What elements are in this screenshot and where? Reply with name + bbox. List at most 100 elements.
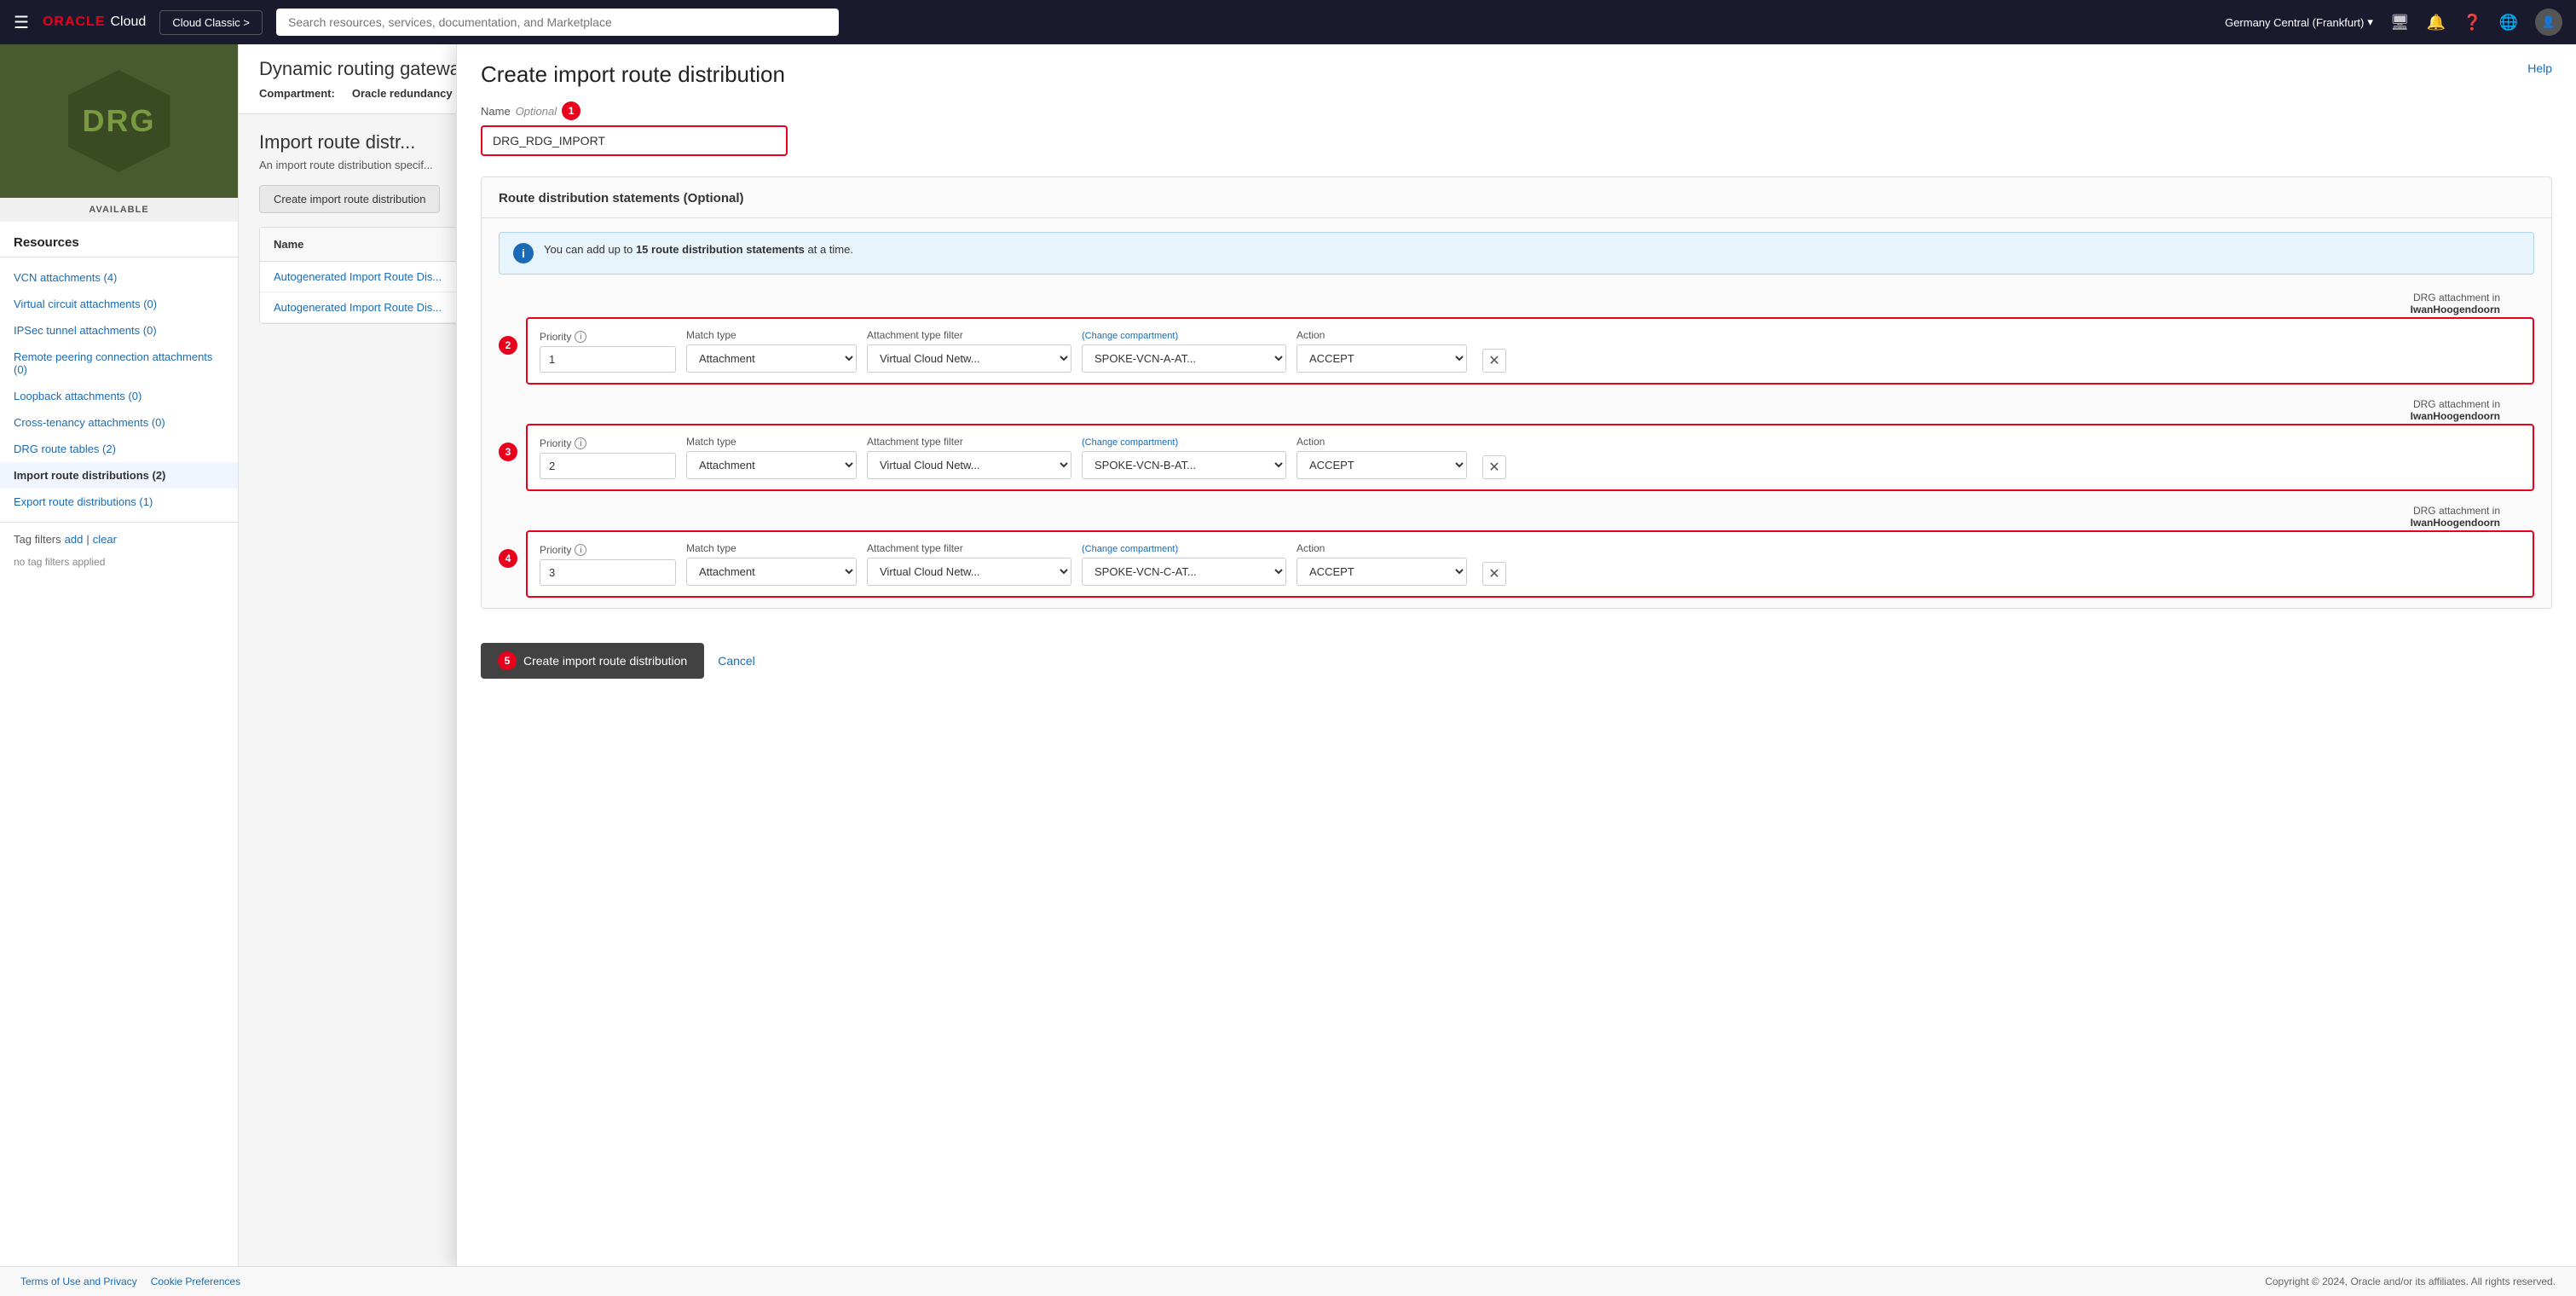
available-badge: AVAILABLE <box>0 198 238 222</box>
route-dist-link-1[interactable]: Autogenerated Import Route Dis... <box>274 270 442 283</box>
statement-1-outer: DRG attachment in IwanHoogendoorn 2 Prio… <box>482 288 2551 395</box>
action-select-2[interactable]: ACCEPT <box>1297 451 1467 479</box>
name-step-badge: 1 <box>562 101 580 120</box>
match-type-select-2[interactable]: Attachment Match All <box>686 451 857 479</box>
att-type-field-3: Attachment type filter Virtual Cloud Net… <box>867 542 1071 586</box>
change-compartment-link-2[interactable]: (Change compartment) <box>1082 437 1178 448</box>
action-field-3: Action ACCEPT <box>1297 542 1467 586</box>
globe-icon[interactable]: 🌐 <box>2499 14 2518 32</box>
statement-3-outer: DRG attachment in IwanHoogendoorn 4 Prio… <box>482 501 2551 608</box>
remove-statement-2-button[interactable]: ✕ <box>1482 455 1506 479</box>
match-type-label-3: Match type <box>686 542 857 554</box>
create-import-route-dist-button[interactable]: Create import route distribution <box>259 185 440 213</box>
hamburger-menu-icon[interactable]: ☰ <box>14 12 29 33</box>
attachment-select-1[interactable]: SPOKE-VCN-A-AT... <box>1082 344 1286 373</box>
left-sidebar: DRG AVAILABLE Resources VCN attachments … <box>0 44 239 1296</box>
info-banner: i You can add up to 15 route distributio… <box>499 232 2534 275</box>
action-select-3[interactable]: ACCEPT <box>1297 558 1467 586</box>
priority-info-icon-1[interactable]: i <box>575 331 586 343</box>
statement-3-card: Priority i Match type Attachment Match A… <box>526 530 2534 598</box>
name-input[interactable] <box>481 125 788 156</box>
statement-2-drg-label: DRG attachment in IwanHoogendoorn <box>499 398 2534 422</box>
priority-label-3: Priority i <box>540 544 676 556</box>
priority-label-1: Priority i <box>540 331 676 343</box>
priority-field-2: Priority i <box>540 437 676 479</box>
att-type-select-1[interactable]: Virtual Cloud Netw... DRG attachment <box>867 344 1071 373</box>
no-tag-applied-label: no tag filters applied <box>0 556 238 575</box>
top-navigation: ☰ ORACLE Cloud Cloud Classic > Germany C… <box>0 0 2576 44</box>
priority-input-3[interactable] <box>540 559 676 586</box>
submit-create-button[interactable]: 5 Create import route distribution <box>481 643 704 679</box>
priority-info-icon-3[interactable]: i <box>575 544 586 556</box>
sidebar-item-drg-route-tables[interactable]: DRG route tables (2) <box>0 436 238 462</box>
region-selector[interactable]: Germany Central (Frankfurt) ▾ <box>2225 15 2373 29</box>
clear-tag-filter-link[interactable]: clear <box>93 533 117 546</box>
terms-link[interactable]: Terms of Use and Privacy <box>20 1276 137 1287</box>
user-avatar[interactable]: 👤 <box>2535 9 2562 36</box>
help-icon[interactable]: ❓ <box>2463 14 2481 32</box>
match-type-field-2: Match type Attachment Match All <box>686 436 857 479</box>
sidebar-item-virtual-circuit[interactable]: Virtual circuit attachments (0) <box>0 291 238 317</box>
sidebar-item-cross-tenancy[interactable]: Cross-tenancy attachments (0) <box>0 409 238 436</box>
priority-field-1: Priority i <box>540 331 676 373</box>
statement-3-fields: Priority i Match type Attachment Match A… <box>540 542 2521 586</box>
copyright-text: Copyright © 2024, Oracle and/or its affi… <box>2265 1276 2556 1287</box>
statement-1-drg-label: DRG attachment in IwanHoogendoorn <box>499 292 2534 315</box>
change-compartment-link-1[interactable]: (Change compartment) <box>1082 331 1178 341</box>
attachment-field-3: (Change compartment) SPOKE-VCN-C-AT... <box>1082 542 1286 586</box>
name-field-section: Name Optional 1 <box>457 101 2576 176</box>
modal-header: Create import route distribution Help <box>457 44 2576 101</box>
priority-input-1[interactable] <box>540 346 676 373</box>
statement-2-badge: 3 <box>499 443 517 461</box>
global-search-input[interactable] <box>276 9 839 36</box>
attachment-select-3[interactable]: SPOKE-VCN-C-AT... <box>1082 558 1286 586</box>
priority-label-2: Priority i <box>540 437 676 449</box>
action-select-1[interactable]: ACCEPT <box>1297 344 1467 373</box>
info-icon: i <box>513 243 534 263</box>
cloud-classic-button[interactable]: Cloud Classic > <box>159 10 263 35</box>
tag-filters-label: Tag filters <box>14 533 61 546</box>
match-type-field-1: Match type Attachment Match All <box>686 329 857 373</box>
action-field-2: Action ACCEPT <box>1297 436 1467 479</box>
drg-hexagon-logo: DRG <box>68 70 170 172</box>
tag-filters-area: Tag filters add | clear <box>0 522 238 556</box>
sidebar-item-export-route-dist[interactable]: Export route distributions (1) <box>0 489 238 515</box>
action-label-2: Action <box>1297 436 1467 448</box>
add-tag-filter-link[interactable]: add <box>65 533 84 546</box>
remove-statement-3-button[interactable]: ✕ <box>1482 562 1506 586</box>
statement-1-badge: 2 <box>499 336 517 355</box>
attachment-label-3: (Change compartment) <box>1082 542 1286 554</box>
attachment-field-1: (Change compartment) SPOKE-VCN-A-AT... <box>1082 329 1286 373</box>
help-link[interactable]: Help <box>2527 61 2552 75</box>
att-type-select-2[interactable]: Virtual Cloud Netw... DRG attachment <box>867 451 1071 479</box>
att-type-field-2: Attachment type filter Virtual Cloud Net… <box>867 436 1071 479</box>
region-label: Germany Central (Frankfurt) <box>2225 16 2364 29</box>
attachment-select-2[interactable]: SPOKE-VCN-B-AT... <box>1082 451 1286 479</box>
action-label-1: Action <box>1297 329 1467 341</box>
sidebar-item-remote-peering[interactable]: Remote peering connection attachments (0… <box>0 344 238 383</box>
cancel-button[interactable]: Cancel <box>718 654 755 668</box>
statement-3-drg-label: DRG attachment in IwanHoogendoorn <box>499 505 2534 529</box>
statement-2-fields: Priority i Match type Attachment Match A… <box>540 436 2521 479</box>
att-type-select-3[interactable]: Virtual Cloud Netw... DRG attachment <box>867 558 1071 586</box>
match-type-select-1[interactable]: Attachment Match All <box>686 344 857 373</box>
change-compartment-link-3[interactable]: (Change compartment) <box>1082 544 1178 554</box>
sidebar-item-import-route-dist[interactable]: Import route distributions (2) <box>0 462 238 489</box>
sidebar-item-loopback[interactable]: Loopback attachments (0) <box>0 383 238 409</box>
route-dist-link-2[interactable]: Autogenerated Import Route Dis... <box>274 301 442 314</box>
att-type-label-2: Attachment type filter <box>867 436 1071 448</box>
att-type-label-1: Attachment type filter <box>867 329 1071 341</box>
priority-input-2[interactable] <box>540 453 676 479</box>
remove-statement-1-button[interactable]: ✕ <box>1482 349 1506 373</box>
bell-icon[interactable]: 🔔 <box>2427 14 2446 32</box>
cookie-prefs-link[interactable]: Cookie Preferences <box>151 1276 240 1287</box>
sidebar-item-vcn[interactable]: VCN attachments (4) <box>0 264 238 291</box>
nav-right-area: Germany Central (Frankfurt) ▾ 🖥 🔔 ❓ 🌐 👤 <box>2225 9 2562 36</box>
sidebar-item-ipsec[interactable]: IPSec tunnel attachments (0) <box>0 317 238 344</box>
match-type-select-3[interactable]: Attachment Match All <box>686 558 857 586</box>
create-import-route-modal: Create import route distribution Help Na… <box>456 44 2576 1269</box>
footer: Terms of Use and Privacy Cookie Preferen… <box>0 1266 2576 1296</box>
priority-info-icon-2[interactable]: i <box>575 437 586 449</box>
match-type-label-1: Match type <box>686 329 857 341</box>
monitor-icon[interactable]: 🖥 <box>2390 14 2410 32</box>
